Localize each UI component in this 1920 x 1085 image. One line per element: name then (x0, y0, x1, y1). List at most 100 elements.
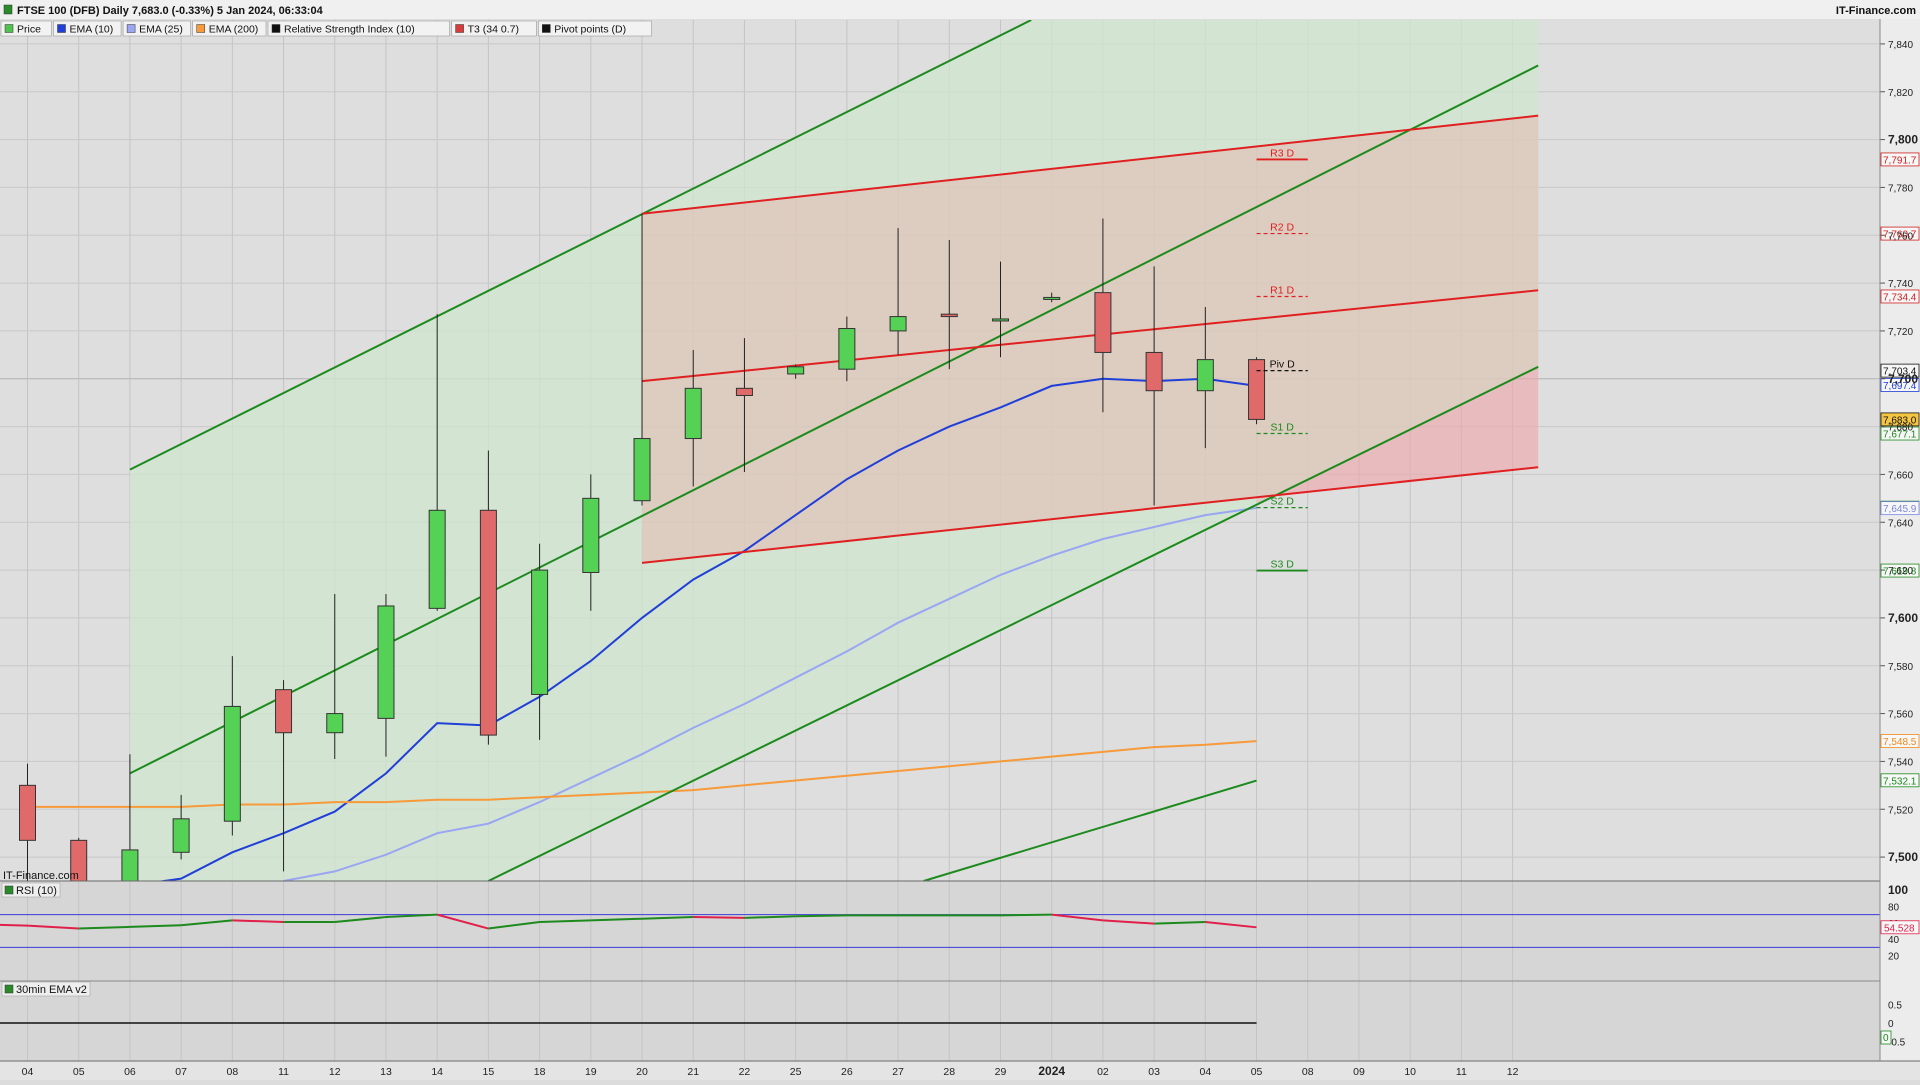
rsi-tick-label: 40 (1888, 935, 1900, 946)
ema200-swatch-icon (196, 24, 205, 33)
y-tick-label: 7,760 (1888, 231, 1913, 242)
legend-label: Pivot points (D) (554, 24, 626, 36)
x-tick-label: 18 (534, 1066, 546, 1078)
legend-item[interactable]: Relative Strength Index (10) (267, 20, 450, 37)
candle-up (684, 387, 702, 440)
x-tick-label: 08 (1302, 1066, 1314, 1078)
candle-up (838, 328, 856, 370)
candle-up (377, 605, 395, 719)
legend-label: T3 (34 0.7) (468, 24, 519, 36)
y-tick-label: 7,560 (1888, 710, 1913, 721)
candle-up (172, 818, 190, 853)
x-tick-label: 28 (943, 1066, 955, 1078)
pivot-label: R2 D (1270, 222, 1294, 234)
rsi-swatch-icon (271, 24, 281, 33)
candle-up (121, 849, 139, 882)
ema-panel-bg (0, 981, 1880, 1061)
y-tick-label: 7,540 (1888, 757, 1913, 768)
x-tick-label: 11 (1456, 1066, 1467, 1078)
y-tick-label: 7,800 (1888, 133, 1918, 147)
candle-up (326, 713, 344, 734)
rsi-tick-label: 20 (1888, 952, 1900, 963)
x-tick-label: 29 (995, 1066, 1007, 1078)
y-tick-label: 7,840 (1888, 40, 1913, 51)
x-tick-label: 04 (22, 1066, 34, 1078)
x-tick-label: 03 (1148, 1066, 1160, 1078)
watermark: IT-Finance.com (3, 870, 79, 882)
candle-down (1094, 292, 1112, 353)
rsi-segment (795, 914, 847, 918)
x-tick-label: 26 (841, 1066, 853, 1078)
pivot-swatch-icon (542, 24, 551, 33)
x-tick-label: 06 (124, 1066, 136, 1078)
x-tick-label: 11 (278, 1066, 289, 1078)
candle-down (19, 784, 36, 841)
price-swatch-icon (4, 24, 14, 33)
x-tick-label: 07 (175, 1066, 187, 1078)
rsi-swatch-icon (4, 885, 14, 895)
legend-item[interactable]: EMA (200) (192, 20, 267, 37)
rsi-segment (1000, 913, 1052, 917)
y-tick-label: 7,600 (1888, 611, 1918, 625)
x-tick-label: 14 (431, 1066, 443, 1078)
rsi-segment (693, 916, 745, 919)
y-tick-label: 7,740 (1888, 279, 1913, 290)
brand-label: IT-Finance.com (1836, 5, 1916, 17)
x-tick-label: 25 (790, 1066, 802, 1078)
x-tick-label: 08 (226, 1066, 238, 1078)
legend-label: EMA (10) (70, 24, 114, 36)
x-tick-label: 13 (380, 1066, 392, 1078)
x-tick-label: 2024 (1038, 1064, 1065, 1078)
legend-item[interactable]: EMA (10) (53, 20, 122, 37)
legend-item[interactable]: EMA (25) (122, 20, 191, 37)
candle-up (1043, 296, 1061, 300)
chart-svg[interactable]: R3 D R2 D R1 D Piv D S1 D S2 D S3 D 7,791.7 7,7… (0, 0, 1920, 1080)
rsi-segment (0, 923, 28, 927)
x-tick-label: 04 (1199, 1066, 1211, 1078)
x-tick-label: 12 (329, 1066, 341, 1078)
pivot-label: S2 D (1270, 496, 1294, 508)
legend-label: EMA (200) (209, 24, 259, 36)
legend-item[interactable]: Price (0, 20, 52, 37)
y-tick-label: 7,620 (1888, 566, 1913, 577)
x-tick-label: 20 (636, 1066, 648, 1078)
legend-item[interactable]: T3 (34 0.7) (451, 20, 537, 37)
price-tag-label: 7,532.1 (1883, 776, 1917, 787)
ema25-swatch-icon (126, 24, 136, 33)
x-tick-label: 05 (1251, 1066, 1263, 1078)
candle-down (1248, 359, 1266, 420)
rsi-panel-bg (0, 881, 1880, 981)
rsi-last-label: 54.528 (1884, 923, 1915, 934)
candle-down (275, 689, 293, 734)
legend-item[interactable]: Pivot points (D) (537, 20, 652, 37)
x-tick-label: 22 (739, 1066, 751, 1078)
y-tick-label: 7,640 (1888, 518, 1913, 529)
price-tag-label: 7,734.4 (1883, 292, 1917, 303)
candle-down (735, 387, 753, 396)
ema10-swatch-icon (57, 24, 66, 33)
candle-up (787, 366, 805, 375)
chart-title: FTSE 100 (DFB) Daily 7,683.0 (-0.33%) 5 … (17, 5, 324, 17)
y-tick-label: 7,820 (1888, 88, 1913, 99)
x-tick-label: 02 (1097, 1066, 1109, 1078)
pivot-label: S1 D (1270, 422, 1294, 434)
price-tag-label: 7,645.9 (1883, 504, 1917, 515)
ema30-swatch-icon (4, 984, 14, 994)
y-tick-label: 7,580 (1888, 662, 1913, 673)
chart-root: R3 D R2 D R1 D Piv D S1 D S2 D S3 D 7,791.7 7,7… (0, 0, 1920, 1080)
x-tick-label: 21 (687, 1066, 699, 1078)
candle-up (223, 705, 241, 822)
pivot-label: S3 D (1270, 559, 1294, 571)
candle-up (531, 569, 549, 695)
y-tick-label: 7,780 (1888, 183, 1913, 194)
x-tick-label: 05 (73, 1066, 85, 1078)
header-swatch-icon (3, 4, 13, 15)
x-tick-label: 10 (1404, 1066, 1416, 1078)
rsi-tick-label: 80 (1888, 902, 1900, 913)
pivot-label: Piv D (1270, 359, 1296, 371)
candle-up (889, 316, 907, 332)
x-tick-label: 27 (892, 1066, 904, 1078)
rsi-tick-label: 100 (1888, 883, 1908, 897)
ema30-panel-label: 30min EMA v2 (16, 984, 87, 996)
x-tick-label: 09 (1353, 1066, 1365, 1078)
